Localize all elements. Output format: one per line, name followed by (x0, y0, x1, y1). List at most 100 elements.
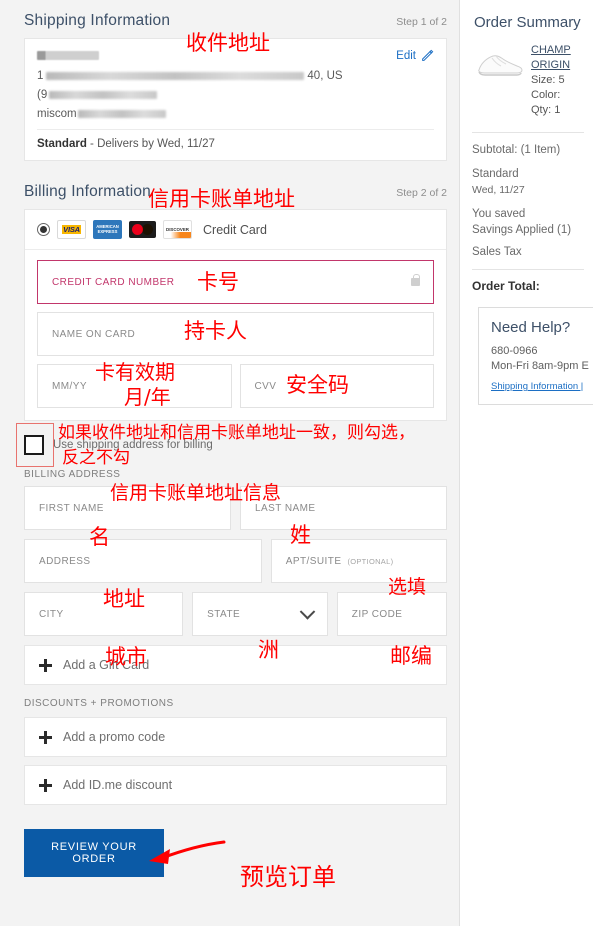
billing-step: Step 2 of 2 (396, 187, 447, 199)
expiry-cvv-row: MM/YY CVV (37, 364, 434, 408)
name-row: FIRST NAME LAST NAME (24, 486, 447, 530)
phone-redacted (49, 90, 158, 99)
use-shipping-address-label: Use shipping address for billing (53, 439, 213, 451)
last-name-label: LAST NAME (255, 502, 316, 514)
first-name-input[interactable]: FIRST NAME (24, 486, 231, 530)
need-help-title: Need Help? (491, 319, 571, 336)
expiry-label: MM/YY (52, 380, 88, 392)
product-name-line2[interactable]: ORIGIN (531, 58, 571, 73)
phone-prefix: (9 (37, 88, 48, 101)
shipping-method-name: Standard (37, 138, 87, 150)
add-idme-discount-button[interactable]: Add ID.me discount (24, 765, 447, 805)
shipping-information-link[interactable]: Shipping Information | (491, 381, 593, 392)
city-label: CITY (39, 608, 64, 620)
pencil-icon (422, 49, 434, 61)
address-label: ADDRESS (39, 555, 91, 567)
credit-card-number-input[interactable]: CREDIT CARD NUMBER (37, 260, 434, 304)
mastercard-icon (129, 221, 156, 238)
shipping-step: Step 1 of 2 (396, 16, 447, 28)
product-size: Size: 5 (531, 74, 565, 86)
use-shipping-address-checkbox[interactable] (24, 435, 44, 455)
product-color: Color: (531, 89, 561, 101)
order-summary-title: Order Summary (474, 14, 581, 31)
savings-applied-row: Savings Applied (1) (472, 224, 572, 236)
shipping-phone-line: (9 (37, 88, 434, 101)
shipping-method-detail: - Delivers by Wed, 11/27 (90, 138, 215, 150)
plus-icon (39, 778, 52, 792)
recipient-name-redacted (37, 51, 99, 60)
address-row: ADDRESS APT/SUITE (OPTIONAL) (24, 539, 447, 583)
cc-number-label: CREDIT CARD NUMBER (52, 276, 175, 288)
expiry-input[interactable]: MM/YY (37, 364, 232, 408)
payment-fields: CREDIT CARD NUMBER NAME ON CARD MM/YY CV… (25, 260, 446, 420)
need-help-box: Need Help? 680-0966 Mon-Fri 8am-9pm E Sh… (478, 307, 593, 405)
apt-label: APT/SUITE (285, 555, 342, 567)
street-redacted (46, 71, 305, 80)
first-name-label: FIRST NAME (39, 502, 104, 514)
product-name-line1[interactable]: CHAMP (531, 43, 571, 58)
street-prefix: 1 (37, 69, 44, 82)
amex-icon: AMERICAN EXPRESS (93, 220, 122, 239)
shipping-date-row: Wed, 11/27 (472, 184, 525, 196)
name-on-card-label: NAME ON CARD (52, 328, 136, 340)
city-state-zip-row: CITY STATE ZIP CODE (24, 592, 447, 636)
shipping-method-line: Standard - Delivers by Wed, 11/27 (37, 138, 434, 150)
add-promo-code-label: Add a promo code (63, 730, 166, 744)
review-your-order-button[interactable]: REVIEW YOUR ORDER (24, 829, 164, 877)
help-phone: 680-0966 (491, 345, 538, 357)
state-label: STATE (207, 608, 241, 620)
sales-tax-row: Sales Tax (472, 246, 522, 258)
checkout-page: Shipping Information Step 1 of 2 Edit 1 … (0, 0, 593, 926)
email-prefix: miscom (37, 107, 77, 120)
last-name-input[interactable]: LAST NAME (240, 486, 447, 530)
you-saved-row: You saved (472, 208, 526, 220)
state-select[interactable]: STATE (192, 592, 328, 636)
shipping-section-header: Shipping Information Step 1 of 2 (0, 0, 459, 30)
subtotal-row: Subtotal: (1 Item) (472, 144, 561, 156)
order-summary-column: Order Summary CHAMP ORIGIN Size: 5 Color… (459, 0, 593, 926)
use-shipping-address-row[interactable]: Use shipping address for billing (16, 423, 459, 467)
add-gift-card-label: Add a Gift Card (63, 658, 150, 672)
discounts-promotions-header: DISCOUNTS + PROMOTIONS (24, 698, 174, 709)
discover-icon: DISCOVER (163, 220, 192, 239)
visa-icon: VISA (57, 220, 86, 239)
zip-input[interactable]: ZIP CODE (336, 592, 447, 636)
billing-address-fields: FIRST NAME LAST NAME ADDRESS APT/SUITE (… (24, 486, 447, 636)
cvv-input[interactable]: CVV (239, 364, 434, 408)
sneaker-icon (478, 55, 523, 76)
product-details: CHAMP ORIGIN Size: 5 Color: Qty: 1 (531, 43, 571, 118)
order-summary-product: CHAMP ORIGIN Size: 5 Color: Qty: 1 (460, 31, 593, 128)
product-qty: Qty: 1 (531, 104, 561, 116)
country-text: 40, US (307, 69, 343, 82)
name-on-card-input[interactable]: NAME ON CARD (37, 312, 434, 356)
billing-title: Billing Information (24, 183, 151, 200)
plus-icon (39, 730, 52, 744)
add-promo-code-button[interactable]: Add a promo code (24, 717, 447, 757)
credit-card-option-row[interactable]: VISA AMERICAN EXPRESS DISCOVER Credit Car… (25, 210, 446, 250)
city-input[interactable]: CITY (24, 592, 184, 636)
payment-method-label: Credit Card (203, 222, 267, 237)
product-thumbnail (472, 43, 524, 83)
payment-card: VISA AMERICAN EXPRESS DISCOVER Credit Car… (24, 209, 447, 421)
summary-totals: Subtotal: (1 Item) Standard Wed, 11/27 Y… (460, 133, 593, 260)
address-input[interactable]: ADDRESS (24, 539, 262, 583)
add-gift-card-button[interactable]: Add a Gift Card (24, 645, 447, 685)
email-redacted (77, 109, 166, 118)
shipping-street-line: 1 40, US (37, 69, 434, 82)
shipping-title: Shipping Information (24, 12, 171, 29)
shipping-method-row: Standard (472, 168, 519, 180)
help-hours: Mon-Fri 8am-9pm E (491, 360, 589, 372)
edit-shipping-button[interactable]: Edit (396, 49, 434, 62)
credit-card-radio[interactable] (37, 223, 50, 236)
plus-icon (39, 658, 52, 672)
cvv-label: CVV (254, 380, 277, 392)
checkout-main-column: Shipping Information Step 1 of 2 Edit 1 … (0, 0, 459, 926)
apt-optional-label: (OPTIONAL) (347, 556, 394, 566)
lock-icon (411, 274, 420, 286)
chevron-down-icon (299, 604, 316, 620)
order-total-row: Order Total: (472, 279, 540, 293)
zip-label: ZIP CODE (351, 608, 403, 620)
add-idme-label: Add ID.me discount (63, 778, 173, 792)
apt-suite-input[interactable]: APT/SUITE (OPTIONAL) (270, 539, 447, 583)
billing-address-subheader: BILLING ADDRESS (24, 469, 121, 480)
